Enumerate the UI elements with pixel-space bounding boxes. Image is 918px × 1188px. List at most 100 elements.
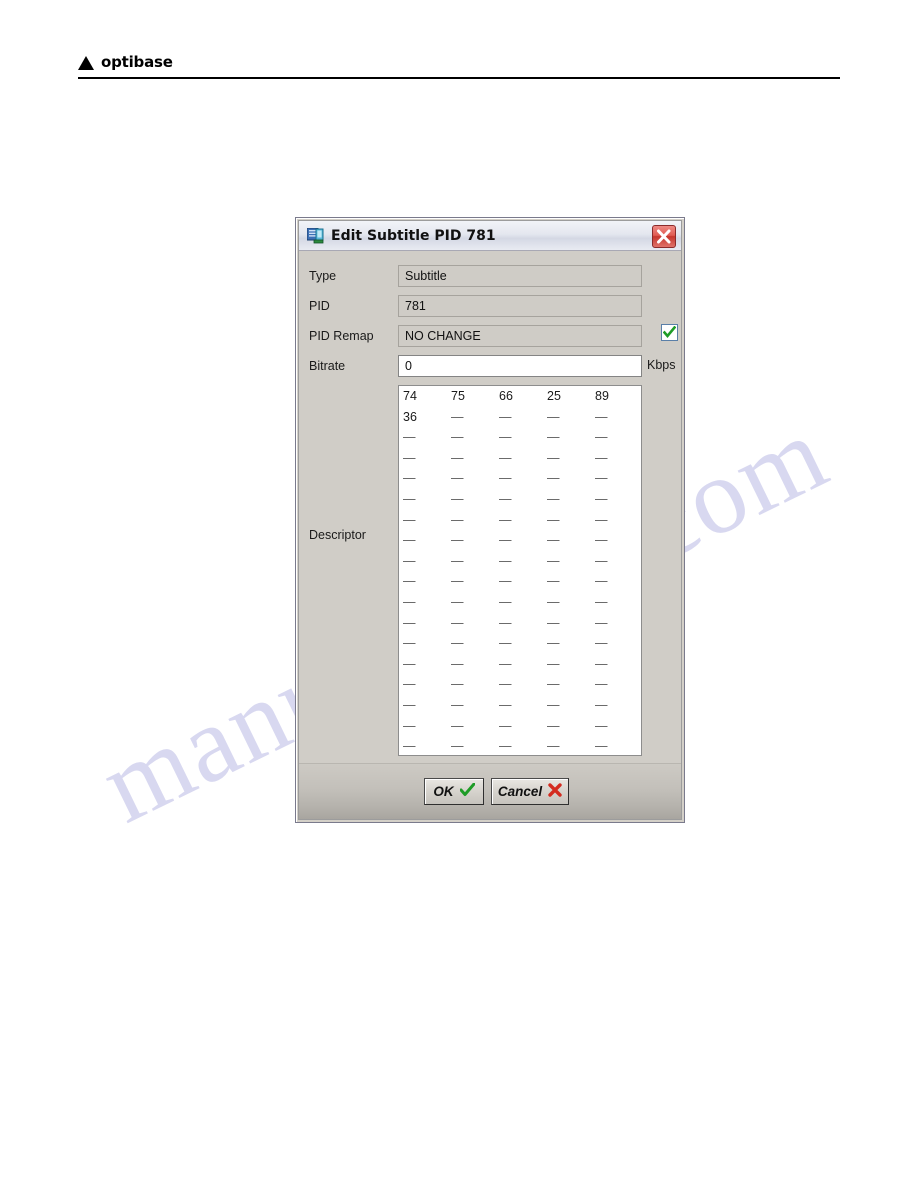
descriptor-cell-empty: — bbox=[451, 718, 464, 733]
cancel-button-label: Cancel bbox=[497, 784, 543, 799]
edit-subtitle-pid-dialog: Edit Subtitle PID 781 Type Subtitle PID … bbox=[295, 217, 685, 823]
descriptor-cell-empty: — bbox=[547, 656, 560, 671]
descriptor-row: — — — — — bbox=[399, 468, 641, 489]
descriptor-cell-empty: — bbox=[499, 677, 512, 692]
descriptor-cell-empty: — bbox=[595, 656, 608, 671]
bitrate-input[interactable]: 0 bbox=[398, 355, 642, 377]
descriptor-cell-empty: — bbox=[595, 471, 608, 486]
descriptor-row: — — — — — bbox=[399, 510, 641, 531]
descriptor-cell-empty: — bbox=[451, 553, 464, 568]
descriptor-row: 74 75 66 25 89 bbox=[399, 386, 641, 407]
descriptor-cell-empty: — bbox=[451, 512, 464, 527]
descriptor-cell-empty: — bbox=[451, 471, 464, 486]
type-field: Subtitle bbox=[398, 265, 642, 287]
descriptor-cell-empty: — bbox=[547, 491, 560, 506]
descriptor-label: Descriptor bbox=[309, 528, 366, 542]
descriptor-cell-empty: — bbox=[403, 718, 416, 733]
descriptor-cell-empty: — bbox=[451, 430, 464, 445]
check-icon bbox=[459, 782, 476, 800]
descriptor-cell-empty: — bbox=[547, 697, 560, 712]
descriptor-cell-empty: — bbox=[499, 471, 512, 486]
descriptor-cell-empty: — bbox=[403, 677, 416, 692]
descriptor-row: — — — — — bbox=[399, 448, 641, 469]
close-icon[interactable] bbox=[652, 225, 676, 248]
descriptor-cell-empty: — bbox=[547, 450, 560, 465]
descriptor-row: — — — — — bbox=[399, 736, 641, 755]
cancel-button[interactable]: Cancel bbox=[491, 778, 569, 805]
descriptor-cell-empty: — bbox=[499, 450, 512, 465]
brand-name: optibase bbox=[101, 53, 173, 71]
descriptor-cell-empty: — bbox=[547, 574, 560, 589]
descriptor-cell: 36 bbox=[403, 409, 417, 424]
descriptor-cell-empty: — bbox=[403, 512, 416, 527]
descriptor-cell-empty: — bbox=[451, 697, 464, 712]
descriptor-cell-empty: — bbox=[451, 677, 464, 692]
descriptor-cell-empty: — bbox=[451, 533, 464, 548]
descriptor-cell-empty: — bbox=[499, 615, 512, 630]
descriptor-row: — — — — — bbox=[399, 633, 641, 654]
descriptor-cell: 25 bbox=[547, 389, 561, 403]
descriptor-cell-empty: — bbox=[499, 491, 512, 506]
page-header: optibase bbox=[78, 50, 840, 82]
descriptor-cell-empty: — bbox=[499, 409, 512, 424]
dialog-inner-frame: Edit Subtitle PID 781 Type Subtitle PID … bbox=[298, 220, 682, 820]
descriptor-cell-empty: — bbox=[403, 450, 416, 465]
descriptor-cell-empty: — bbox=[595, 615, 608, 630]
descriptor-cell: 66 bbox=[499, 389, 513, 403]
descriptor-cell-empty: — bbox=[547, 430, 560, 445]
descriptor-cell-empty: — bbox=[451, 615, 464, 630]
descriptor-cell-empty: — bbox=[547, 594, 560, 609]
dialog-titlebar: Edit Subtitle PID 781 bbox=[299, 221, 681, 251]
dialog-footer: OK Cancel bbox=[299, 763, 681, 819]
descriptor-cell-empty: — bbox=[403, 491, 416, 506]
descriptor-cell-empty: — bbox=[547, 718, 560, 733]
descriptor-cell-empty: — bbox=[403, 615, 416, 630]
descriptor-cell-empty: — bbox=[451, 594, 464, 609]
descriptor-cell-empty: — bbox=[499, 739, 512, 754]
descriptor-cell-empty: — bbox=[403, 739, 416, 754]
descriptor-cell-empty: — bbox=[403, 594, 416, 609]
descriptor-cell-empty: — bbox=[403, 471, 416, 486]
descriptor-row: — — — — — bbox=[399, 551, 641, 572]
type-label: Type bbox=[309, 269, 337, 283]
descriptor-table[interactable]: 74 75 66 25 89 36— — — — — — — — — — — — — — — — — — — — — — — — — — — —… bbox=[398, 385, 642, 756]
ok-button[interactable]: OK bbox=[424, 778, 484, 805]
descriptor-cell-empty: — bbox=[403, 656, 416, 671]
form-row-bitrate: Bitrate 0 bbox=[299, 354, 681, 378]
descriptor-row: — — — — — bbox=[399, 427, 641, 448]
descriptor-row: — — — — — bbox=[399, 571, 641, 592]
descriptor-cell-empty: — bbox=[547, 409, 560, 424]
descriptor-cell: 74 bbox=[403, 389, 417, 403]
bitrate-label: Bitrate bbox=[309, 359, 346, 373]
descriptor-cell-empty: — bbox=[451, 450, 464, 465]
pid-label: PID bbox=[309, 299, 330, 313]
pid-remap-checkbox[interactable] bbox=[661, 324, 678, 341]
descriptor-cell-empty: — bbox=[451, 409, 464, 424]
descriptor-cell-empty: — bbox=[499, 512, 512, 527]
descriptor-row: — — — — — bbox=[399, 695, 641, 716]
descriptor-cell-empty: — bbox=[499, 574, 512, 589]
descriptor-cell-empty: — bbox=[595, 739, 608, 754]
descriptor-cell-empty: — bbox=[595, 574, 608, 589]
descriptor-cell-empty: — bbox=[403, 697, 416, 712]
descriptor-cell-empty: — bbox=[403, 533, 416, 548]
x-icon bbox=[548, 783, 562, 800]
descriptor-cell-empty: — bbox=[499, 430, 512, 445]
descriptor-cell-empty: — bbox=[547, 615, 560, 630]
descriptor-row: — — — — — bbox=[399, 489, 641, 510]
descriptor-cell-empty: — bbox=[451, 656, 464, 671]
descriptor-cell-empty: — bbox=[499, 533, 512, 548]
descriptor-cell-empty: — bbox=[451, 491, 464, 506]
descriptor-cell-empty: — bbox=[547, 636, 560, 651]
form-row-pid-remap: PID Remap NO CHANGE bbox=[299, 324, 681, 348]
form-row-type: Type Subtitle bbox=[299, 264, 681, 288]
descriptor-row: — — — — — bbox=[399, 654, 641, 675]
descriptor-cell: 75 bbox=[451, 389, 465, 403]
descriptor-cell-empty: — bbox=[547, 471, 560, 486]
optibase-logo: optibase bbox=[78, 50, 840, 74]
descriptor-cell-empty: — bbox=[499, 594, 512, 609]
descriptor-cell-empty: — bbox=[595, 450, 608, 465]
triangle-icon bbox=[78, 56, 94, 70]
descriptor-cell-empty: — bbox=[595, 430, 608, 445]
descriptor-cell-empty: — bbox=[595, 533, 608, 548]
